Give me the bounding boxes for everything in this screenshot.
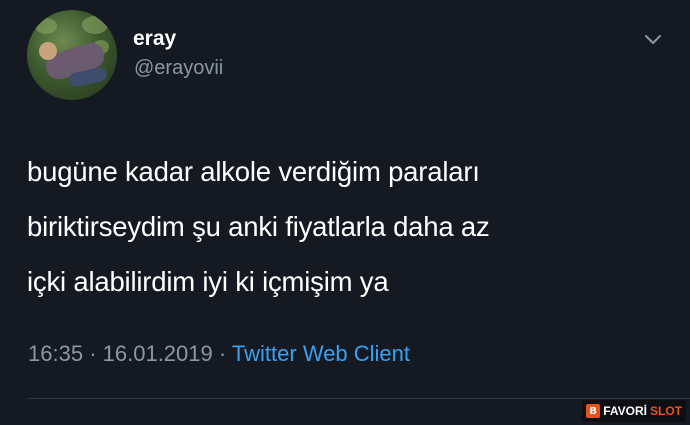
tweet-text-line: bugüne kadar alkole verdiğim paraları — [27, 156, 480, 187]
tweet-text: bugüne kadar alkole verdiğim paraları bi… — [27, 144, 667, 309]
tweet-date[interactable]: 16.01.2019 — [103, 341, 213, 366]
display-name[interactable]: eray — [133, 27, 176, 51]
chevron-down-icon[interactable] — [644, 34, 662, 46]
watermark: B FAVORİ SLOT — [582, 400, 686, 422]
tweet-meta: 16:35 · 16.01.2019 · Twitter Web Client — [28, 341, 410, 367]
tweet-text-line: içki alabilirdim iyi ki içmişim ya — [27, 266, 389, 297]
watermark-text: FAVORİ — [603, 404, 647, 418]
tweet-card: eray @erayovii bugüne kadar alkole verdi… — [0, 0, 690, 425]
tweet-text-line: biriktirseydim şu anki fiyatlarla daha a… — [27, 211, 490, 242]
user-handle[interactable]: @erayovii — [134, 57, 223, 80]
tweet-time[interactable]: 16:35 — [28, 341, 83, 366]
meta-separator: · — [218, 341, 227, 366]
watermark-logo-icon: B — [586, 404, 601, 418]
avatar[interactable] — [27, 10, 117, 100]
watermark-text-accent: SLOT — [650, 404, 682, 418]
divider — [27, 398, 690, 399]
tweet-source-link[interactable]: Twitter Web Client — [232, 341, 410, 366]
meta-separator: · — [89, 341, 97, 366]
